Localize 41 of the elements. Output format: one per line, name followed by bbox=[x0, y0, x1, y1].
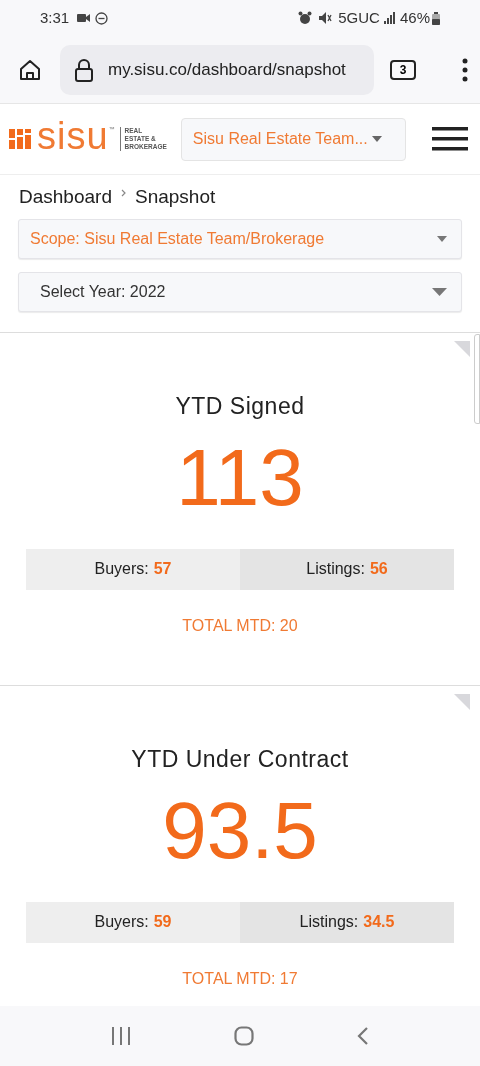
chevron-right-icon bbox=[120, 189, 126, 197]
address-bar[interactable]: my.sisu.co/dashboard/snapshot bbox=[60, 44, 374, 95]
more-icon[interactable] bbox=[462, 57, 468, 82]
listings-count: Listings: 56 bbox=[240, 548, 454, 590]
listings-count: Listings: 34.5 bbox=[240, 901, 454, 943]
lock-icon bbox=[74, 57, 94, 82]
total-mtd: TOTAL MTD: 20 bbox=[182, 615, 298, 636]
home-icon[interactable] bbox=[18, 57, 42, 82]
back-icon[interactable] bbox=[356, 1026, 369, 1046]
caret-icon bbox=[432, 288, 447, 296]
battery-icon bbox=[432, 11, 440, 25]
mute-icon bbox=[318, 11, 333, 25]
home-button-icon[interactable] bbox=[234, 1026, 254, 1046]
menu-icon[interactable] bbox=[432, 127, 468, 151]
video-camera-icon bbox=[77, 13, 92, 23]
recent-apps-icon[interactable] bbox=[111, 1027, 132, 1045]
total-mtd: TOTAL MTD: 17 bbox=[182, 968, 298, 989]
tab-count-button[interactable]: 3 bbox=[390, 59, 416, 80]
year-select[interactable]: Select Year: 2022 bbox=[18, 272, 462, 312]
corner-fold-icon bbox=[454, 694, 470, 710]
big-number: 113 bbox=[176, 431, 304, 524]
url-text: my.sisu.co/dashboard/snapshot bbox=[108, 58, 346, 81]
breadcrumb-link[interactable]: Dashboard bbox=[19, 182, 112, 212]
card-title: YTD Under Contract bbox=[131, 745, 349, 774]
do-not-disturb-icon bbox=[95, 11, 109, 25]
alarm-icon bbox=[298, 11, 313, 25]
logo-mark-icon bbox=[9, 127, 33, 151]
scrollbar[interactable] bbox=[474, 334, 480, 424]
signal-icon bbox=[383, 12, 396, 24]
logo-wordmark: sisu bbox=[37, 117, 109, 155]
corner-fold-icon bbox=[454, 341, 470, 357]
caret-icon bbox=[437, 236, 447, 242]
caret-icon bbox=[371, 136, 382, 142]
status-time: 3:31 bbox=[40, 7, 70, 28]
buyers-count: Buyers: 57 bbox=[26, 548, 240, 590]
card-title: YTD Signed bbox=[175, 392, 305, 421]
big-number: 93.5 bbox=[162, 784, 318, 877]
network-label: 5GUC bbox=[338, 7, 380, 28]
buyers-count: Buyers: 59 bbox=[26, 901, 240, 943]
breadcrumb-link[interactable]: Snapshot bbox=[134, 182, 216, 212]
battery-percent: 46% bbox=[399, 7, 430, 28]
